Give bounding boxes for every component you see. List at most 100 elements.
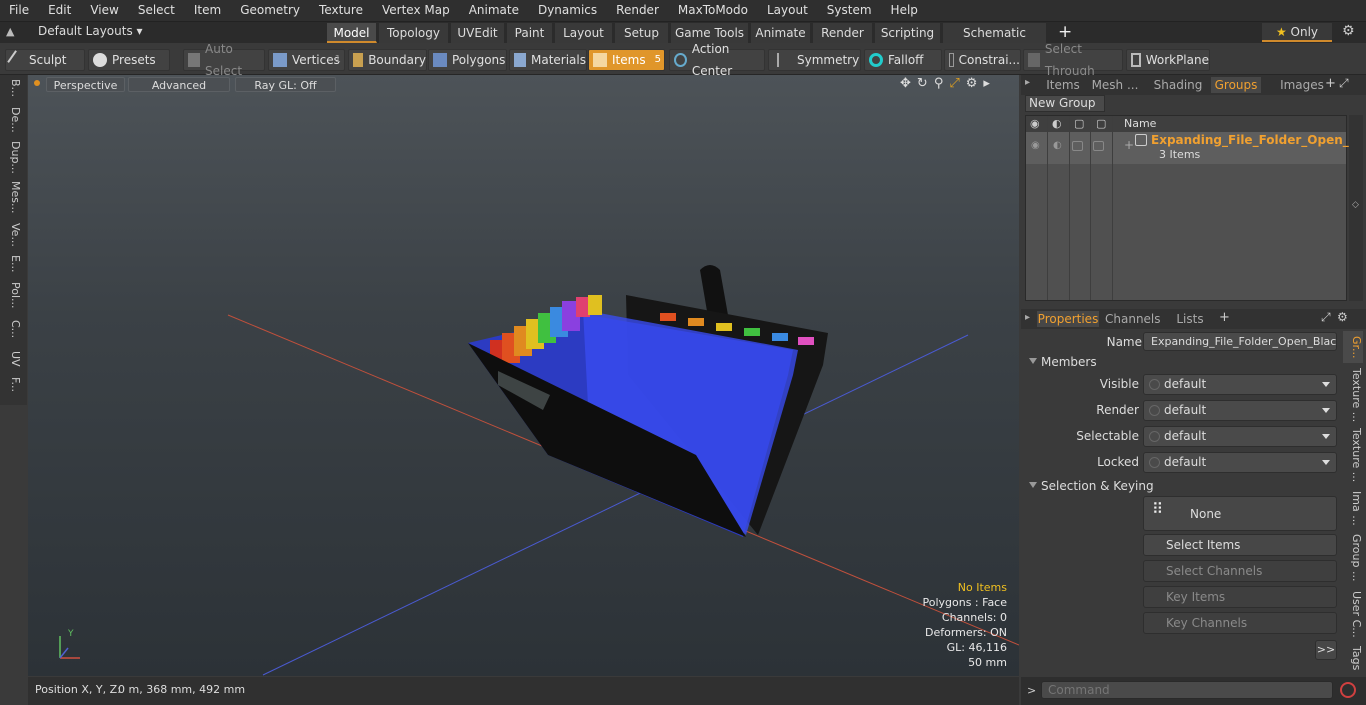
key-channels-button[interactable]: Key Channels (1143, 612, 1337, 634)
menu-help[interactable]: Help (882, 0, 928, 21)
select-channels-button[interactable]: Select Channels (1143, 560, 1337, 582)
items-panel-tab-images[interactable]: Images (1279, 77, 1325, 93)
menu-select[interactable]: Select (129, 0, 185, 21)
side-tab-6[interactable]: Tags (1343, 645, 1363, 671)
constraints-button[interactable]: Constrai... (944, 49, 1021, 71)
default-layouts-dropdown[interactable]: Default Layouts ▾ (38, 24, 143, 38)
layout-tab-model[interactable]: Model (327, 23, 377, 43)
properties-tab-channels[interactable]: Channels (1105, 311, 1161, 327)
group-row[interactable]: ◉ ◐ + Expanding_File_Folder_Open_Bl ... … (1026, 132, 1366, 164)
layout-tab-paint[interactable]: Paint (507, 23, 553, 43)
locked-dropdown[interactable]: default (1143, 452, 1337, 473)
name-field[interactable]: Expanding_File_Folder_Open_Black (5 (1143, 332, 1337, 351)
presets-button[interactable]: Presets (88, 49, 170, 71)
menu-layout[interactable]: Layout (758, 0, 818, 21)
collapse-icon[interactable]: ▲ (6, 25, 20, 39)
boundary-button[interactable]: Boundary (348, 49, 427, 71)
materials-button[interactable]: Materials (509, 49, 587, 71)
layout-tab-setup[interactable]: Setup (615, 23, 669, 43)
3d-viewport[interactable]: Perspective Advanced Ray GL: Off ✥↻⚲⤢⚙▸ (28, 75, 1019, 676)
menu-file[interactable]: File (0, 0, 39, 21)
properties-expand-icon[interactable]: ⤢ (1321, 310, 1331, 325)
side-tab-1[interactable]: Texture ... (1343, 367, 1363, 423)
layout-tab-topology[interactable]: Topology (379, 23, 449, 43)
only-button[interactable]: ★ Only (1262, 23, 1332, 42)
panel-menu-icon[interactable]: ▸ (1025, 77, 1030, 88)
command-input[interactable] (1041, 681, 1333, 699)
select-items-button[interactable]: Select Items (1143, 534, 1337, 556)
add-panel-tab-icon[interactable]: + (1325, 76, 1336, 91)
more-button[interactable]: >> (1315, 640, 1337, 660)
side-tab-4[interactable]: Group ... (1343, 533, 1363, 583)
left-tab-6[interactable]: Pol... (4, 282, 22, 309)
menu-maxtomodo[interactable]: MaxToModo (669, 0, 758, 21)
menu-texture[interactable]: Texture (310, 0, 373, 21)
polygons-button[interactable]: Polygons (428, 49, 507, 71)
menu-edit[interactable]: Edit (39, 0, 81, 21)
lock-toggle-icon[interactable] (1072, 141, 1083, 151)
left-tab-3[interactable]: Mes... (4, 181, 22, 213)
sculpt-button[interactable]: Sculpt (5, 49, 85, 71)
add-properties-tab-icon[interactable]: + (1219, 310, 1230, 325)
properties-tab-lists[interactable]: Lists (1167, 311, 1213, 327)
expand-panel-icon[interactable]: ⤢ (1339, 76, 1349, 91)
expand-group-icon[interactable]: + (1124, 138, 1134, 152)
menu-vertex-map[interactable]: Vertex Map (373, 0, 460, 21)
members-section-header[interactable]: Members (1027, 354, 1357, 370)
vertices-button[interactable]: Vertices 1 (268, 49, 345, 71)
menu-render[interactable]: Render (607, 0, 669, 21)
record-icon[interactable] (1340, 682, 1356, 698)
workplane-button[interactable]: WorkPlane (1126, 49, 1210, 71)
layout-tab-schematic-fusion[interactable]: Schematic Fusion (943, 23, 1047, 60)
properties-menu-icon[interactable]: ▸ (1025, 312, 1030, 323)
layout-tab-scripting[interactable]: Scripting (875, 23, 941, 43)
menu-geometry[interactable]: Geometry (231, 0, 310, 21)
layout-tab-uvedit[interactable]: UVEdit (451, 23, 505, 43)
properties-tab-properties[interactable]: Properties (1037, 311, 1099, 327)
menu-item[interactable]: Item (185, 0, 231, 21)
falloff-button[interactable]: Falloff (864, 49, 942, 71)
select-through-button[interactable]: Select Through (1023, 42, 1123, 78)
key-items-button[interactable]: Key Items (1143, 586, 1337, 608)
menu-animate[interactable]: Animate (460, 0, 529, 21)
left-tab-1[interactable]: De... (4, 107, 22, 133)
select-toggle-icon[interactable] (1093, 141, 1104, 151)
symmetry-button[interactable]: Symmetry (768, 49, 861, 71)
side-tab-3[interactable]: Ima ... (1343, 487, 1363, 529)
new-group-button[interactable]: New Group (1025, 95, 1105, 112)
gear-icon[interactable]: ⚙ (1342, 23, 1355, 39)
items-panel-tab-groups[interactable]: Groups (1211, 77, 1261, 93)
auto-select-button[interactable]: Auto Select (183, 42, 265, 78)
side-tab-5[interactable]: User C... (1343, 587, 1363, 641)
items-panel-tab-shading[interactable]: Shading (1151, 77, 1205, 93)
none-button[interactable]: ⠿ None (1143, 496, 1337, 531)
action-center-button[interactable]: Action Center (669, 42, 765, 78)
layout-tab-layout[interactable]: Layout (555, 23, 613, 43)
left-tab-9[interactable]: F... (4, 377, 22, 392)
left-tab-4[interactable]: Ve... (4, 223, 22, 247)
scroll-handle-icon[interactable]: ◇ (1352, 200, 1359, 210)
menu-system[interactable]: System (818, 0, 882, 21)
selection-keying-section-header[interactable]: Selection & Keying (1027, 478, 1357, 494)
items-panel-tab-mesh[interactable]: Mesh ... (1091, 77, 1139, 93)
left-tab-5[interactable]: E... (4, 255, 22, 272)
left-tab-8[interactable]: UV (4, 351, 22, 367)
layout-tab-render[interactable]: Render (813, 23, 873, 43)
side-tab-0[interactable]: Gr... (1343, 331, 1363, 363)
groups-scrollbar[interactable]: ◇ (1349, 115, 1363, 301)
selectable-dropdown[interactable]: default (1143, 426, 1337, 447)
left-tab-0[interactable]: B... (4, 79, 22, 97)
side-tab-2[interactable]: Texture ... (1343, 427, 1363, 483)
items-button[interactable]: Items 5 (588, 49, 665, 71)
group-name[interactable]: Expanding_File_Folder_Open_Bl ... (1151, 133, 1366, 147)
visible-dropdown[interactable]: default (1143, 374, 1337, 395)
render-dropdown[interactable]: default (1143, 400, 1337, 421)
menu-view[interactable]: View (81, 0, 128, 21)
items-panel-tab-items[interactable]: Items (1041, 77, 1085, 93)
menu-dynamics[interactable]: Dynamics (529, 0, 607, 21)
properties-gear-icon[interactable]: ⚙ (1337, 310, 1348, 324)
render-toggle-icon[interactable]: ◐ (1053, 140, 1062, 151)
left-tab-2[interactable]: Dup... (4, 141, 22, 174)
left-tab-7[interactable]: C... (4, 320, 22, 338)
visibility-toggle-icon[interactable]: ◉ (1031, 140, 1040, 151)
